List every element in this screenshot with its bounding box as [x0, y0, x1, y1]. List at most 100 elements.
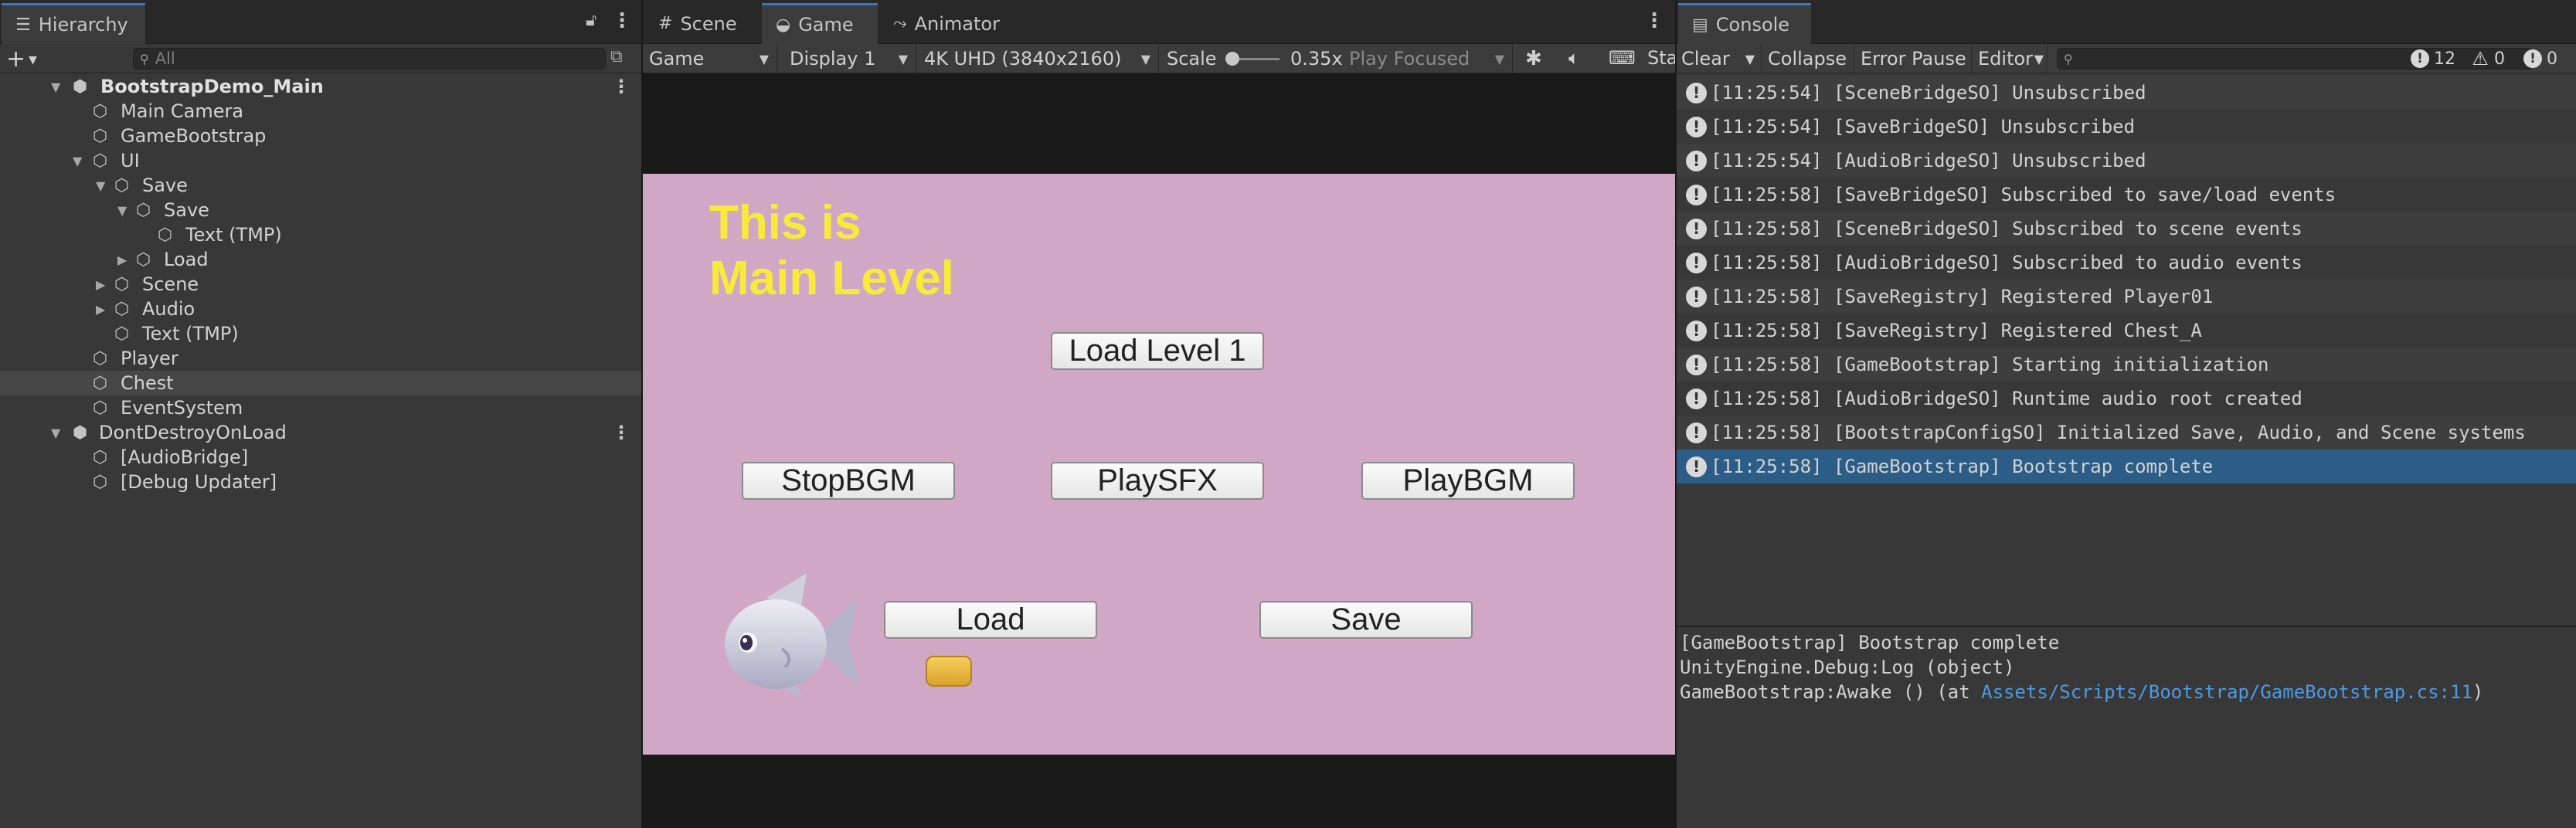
more-options-icon[interactable]: ⋮: [612, 76, 630, 97]
tree-row[interactable]: ▼ ⬡ UI: [0, 148, 641, 173]
tab-game[interactable]: ◒ Game: [762, 3, 878, 44]
log-entry[interactable]: ! [11:25:58] [SaveRegistry] Registered Pl…: [1677, 280, 2576, 314]
tree-row[interactable]: ⬡ Text (TMP): [0, 321, 641, 346]
stop-bgm-button[interactable]: StopBGM: [742, 462, 955, 500]
gameobject-cube-icon: ⬡: [136, 249, 151, 270]
more-options-icon[interactable]: ⋮: [612, 422, 630, 443]
log-text: [11:25:58] [SaveRegistry] Registered Che…: [1711, 320, 2202, 341]
hierarchy-tabbar: ☰ Hierarchy 🔓︎ ⋮: [0, 0, 641, 44]
dropdown-value: Display 1: [790, 48, 876, 70]
more-options-icon[interactable]: ⋮: [1644, 9, 1664, 32]
keyboard-icon[interactable]: ⌨: [1609, 47, 1636, 69]
collapse-toggle[interactable]: Collapse: [1763, 44, 1854, 73]
tree-row-label: Player: [121, 348, 178, 369]
fold-expanded-icon[interactable]: ▼: [96, 178, 105, 193]
tree-row[interactable]: ▶ ⬡ Audio: [0, 297, 641, 321]
game-mode-dropdown[interactable]: Game ▼: [643, 44, 777, 73]
warning-count-toggle[interactable]: ⚠ 0: [2471, 44, 2505, 73]
display-dropdown[interactable]: Display 1 ▼: [783, 44, 916, 73]
play-sfx-button[interactable]: PlaySFX: [1051, 462, 1264, 500]
more-options-icon[interactable]: ⋮: [612, 9, 632, 32]
tab-console[interactable]: ▤ Console: [1678, 3, 1811, 44]
log-entry[interactable]: ! [11:25:58] [BootstrapConfigSO] Initiali…: [1677, 416, 2576, 450]
list-icon: ☰: [15, 15, 31, 35]
error-pause-toggle[interactable]: Error Pause: [1856, 44, 1972, 73]
tree-row[interactable]: ▶ ⬡ Load: [0, 247, 641, 272]
save-button[interactable]: Save: [1259, 601, 1473, 639]
dropdown-value: Clear: [1681, 48, 1730, 70]
gameobject-cube-icon: ⬡: [136, 200, 151, 220]
log-entry[interactable]: ! [11:25:58] [SceneBridgeSO] Subscribed t…: [1677, 212, 2576, 246]
tree-row[interactable]: ⬡ GameBootstrap: [0, 124, 641, 148]
log-count-toggle[interactable]: ! 12: [2411, 44, 2455, 73]
tree-row[interactable]: ⬡ [Debug Updater]: [0, 470, 641, 494]
info-icon: !: [1686, 252, 1707, 273]
console-search-input[interactable]: ⚲: [2057, 48, 2533, 70]
log-text: [11:25:54] [AudioBridgeSO] Unsubscribed: [1711, 150, 2146, 171]
fold-expanded-icon[interactable]: ▼: [51, 426, 60, 440]
scale-slider-handle[interactable]: [1225, 52, 1239, 66]
log-entry[interactable]: ! [11:25:58] [AudioBridgeSO] Subscribed t…: [1677, 246, 2576, 280]
detail-stack-line: GameBootstrap:Awake () (at Assets/Script…: [1680, 681, 2483, 703]
game-viewport[interactable]: This is Main Level Load Level 1 StopBGM …: [643, 174, 1675, 755]
tree-row-scene-dontdestroy[interactable]: ▼ ⬢ DontDestroyOnLoad ⋮: [0, 420, 641, 445]
console-split-handle[interactable]: [1677, 626, 2576, 627]
load-level-1-button[interactable]: Load Level 1: [1051, 332, 1264, 370]
play-bgm-button[interactable]: PlayBGM: [1361, 462, 1575, 500]
fold-collapsed-icon[interactable]: ▶: [96, 302, 105, 317]
detail-message: [GameBootstrap] Bootstrap complete: [1680, 632, 2060, 653]
hierarchy-search-input[interactable]: ⚲ All: [133, 48, 606, 70]
log-text: [11:25:58] [SaveBridgeSO] Subscribed to …: [1711, 184, 2336, 205]
gamepad-icon: ◒: [776, 15, 791, 35]
log-entry[interactable]: ! [11:25:58] [SaveRegistry] Registered Ch…: [1677, 314, 2576, 348]
tree-row[interactable]: ⬡ EventSystem: [0, 395, 641, 420]
search-placeholder: All: [155, 49, 175, 68]
warning-count: 0: [2494, 49, 2505, 69]
fold-collapsed-icon[interactable]: ▶: [117, 253, 127, 267]
tree-row-highlighted[interactable]: ⬡ Chest: [0, 371, 641, 395]
tree-row[interactable]: ▼ ⬡ Save: [0, 198, 641, 222]
add-object-button[interactable]: + ▼: [6, 46, 37, 73]
scale-control: Scale 0.35x: [1161, 44, 1343, 73]
tree-row-scene-main[interactable]: ▼ ⬢ BootstrapDemo_Main ⋮: [0, 74, 641, 99]
clear-dropdown[interactable]: Clear ▼: [1677, 44, 1762, 73]
load-button[interactable]: Load: [884, 601, 1097, 639]
tree-row[interactable]: ⬡ [AudioBridge]: [0, 445, 641, 470]
resolution-dropdown[interactable]: 4K UHD (3840x2160) ▼: [918, 44, 1159, 73]
tree-row-label: GameBootstrap: [121, 125, 267, 147]
tree-row[interactable]: ⬡ Text (TMP): [0, 222, 641, 247]
log-entry[interactable]: ! [11:25:58] [SaveBridgeSO] Subscribed to…: [1677, 178, 2576, 212]
log-entry[interactable]: ! [11:25:58] [GameBootstrap] Starting ini…: [1677, 348, 2576, 382]
fold-collapsed-icon[interactable]: ▶: [96, 277, 105, 292]
bug-icon[interactable]: ✱: [1525, 47, 1542, 70]
speaker-icon[interactable]: 🔈︎: [1568, 47, 1579, 69]
error-count-toggle[interactable]: ! 0: [2523, 44, 2557, 73]
tab-hierarchy[interactable]: ☰ Hierarchy: [2, 3, 145, 44]
fold-expanded-icon[interactable]: ▼: [73, 154, 82, 168]
play-mode-dropdown[interactable]: Play Focused ▼: [1343, 44, 1513, 73]
lock-icon[interactable]: 🔓︎: [586, 11, 596, 30]
log-entry[interactable]: ! [11:25:54] [AudioBridgeSO] Unsubscribed: [1677, 144, 2576, 178]
fold-expanded-icon[interactable]: ▼: [51, 80, 60, 94]
log-entry[interactable]: ! [11:25:54] [SaveBridgeSO] Unsubscribed: [1677, 110, 2576, 144]
tree-row[interactable]: ▼ ⬡ Save: [0, 173, 641, 198]
tree-row[interactable]: ⬡ Player: [0, 346, 641, 371]
source-file-link[interactable]: Assets/Scripts/Bootstrap/GameBootstrap.c…: [1981, 681, 2472, 703]
editor-dropdown[interactable]: Editor ▼: [1973, 44, 2048, 73]
log-entry[interactable]: ! [11:25:54] [SceneBridgeSO] Unsubscribed: [1677, 76, 2576, 110]
coin-button[interactable]: [926, 656, 972, 687]
log-entry[interactable]: ! [11:25:58] [AudioBridgeSO] Runtime audi…: [1677, 382, 2576, 416]
log-text: [11:25:58] [GameBootstrap] Starting init…: [1711, 354, 2269, 375]
tab-scene[interactable]: # Scene: [644, 3, 760, 44]
stack-suffix: ): [2472, 681, 2484, 703]
scene-visibility-icon[interactable]: ⧉: [610, 47, 623, 66]
scale-label: Scale: [1167, 48, 1217, 70]
tree-row[interactable]: ⬡ Main Camera: [0, 99, 641, 124]
stats-button[interactable]: Sta: [1647, 47, 1677, 69]
fold-expanded-icon[interactable]: ▼: [117, 203, 127, 218]
tree-row-label: UI: [121, 150, 140, 171]
tree-row[interactable]: ▶ ⬡ Scene: [0, 272, 641, 297]
tab-animator[interactable]: ⤳ Animator: [879, 3, 1011, 44]
gameobject-cube-icon: ⬡: [93, 398, 108, 418]
log-entry-selected[interactable]: ! [11:25:58] [GameBootstrap] Bootstrap co…: [1677, 450, 2576, 484]
